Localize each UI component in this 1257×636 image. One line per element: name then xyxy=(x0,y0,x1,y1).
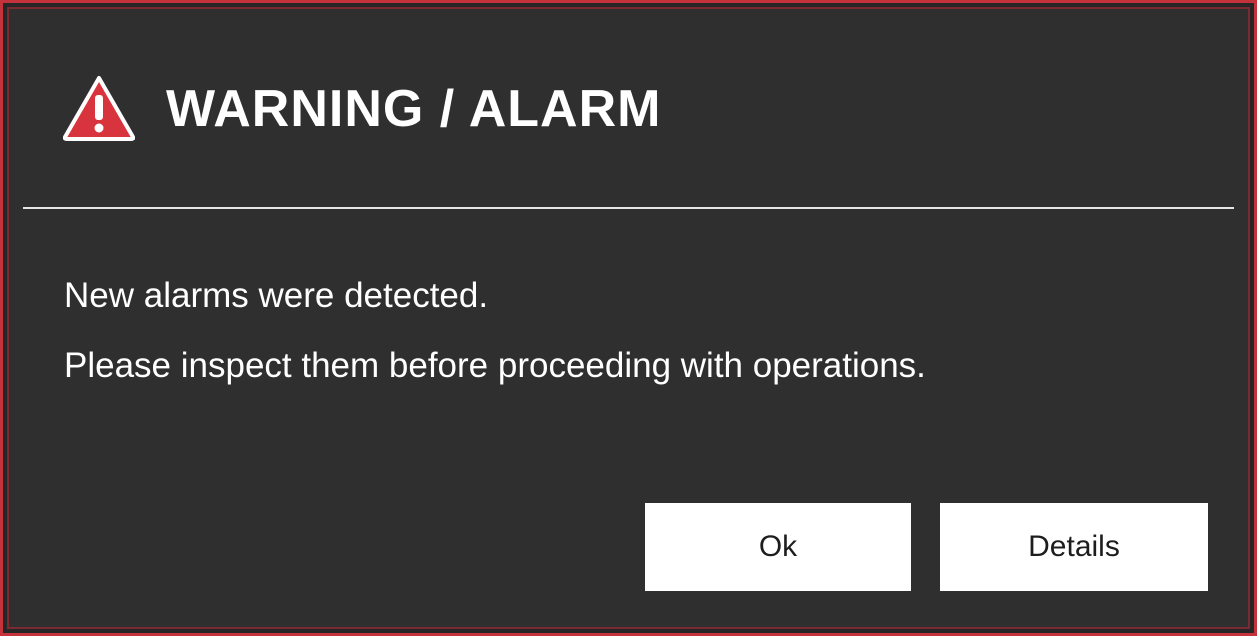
ok-button[interactable]: Ok xyxy=(645,503,911,591)
dialog-title: WARNING / ALARM xyxy=(166,80,662,138)
details-button[interactable]: Details xyxy=(940,503,1208,591)
message-line: Please inspect them before proceeding wi… xyxy=(64,346,926,385)
warning-triangle-icon xyxy=(63,76,135,141)
dialog-message: New alarms were detected. Please inspect… xyxy=(64,261,926,401)
message-line: New alarms were detected. xyxy=(64,276,489,315)
alarm-dialog: WARNING / ALARM New alarms were detected… xyxy=(0,0,1257,636)
dialog-header: WARNING / ALARM xyxy=(23,3,1234,209)
